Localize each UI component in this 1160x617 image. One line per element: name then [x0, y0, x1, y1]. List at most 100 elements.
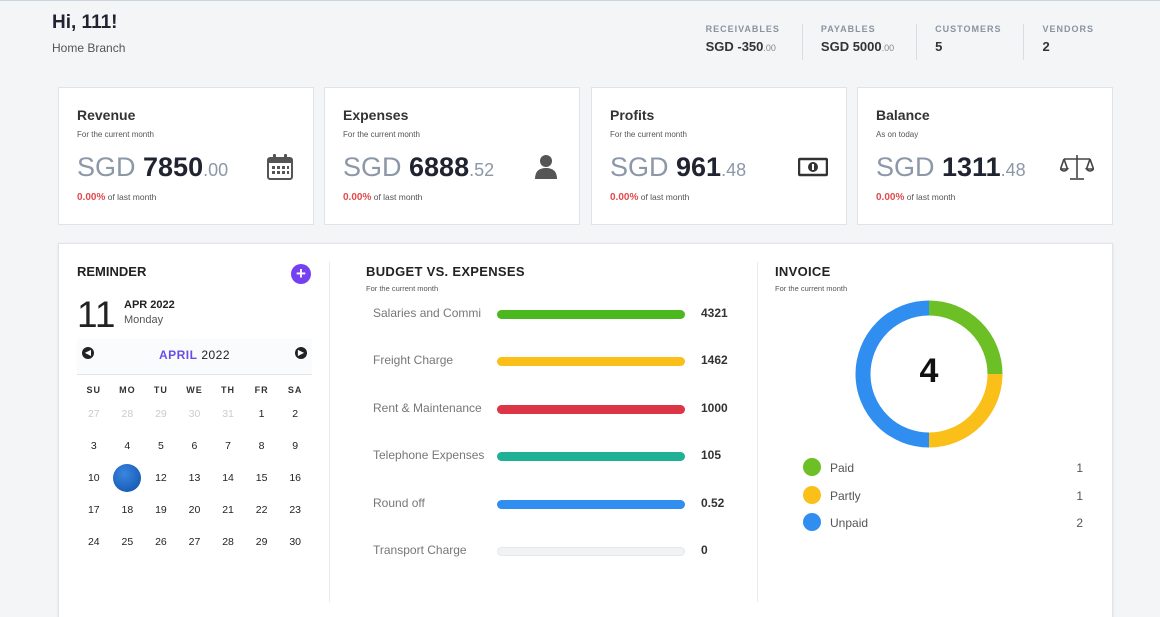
calendar-day[interactable]: 4 [111, 430, 145, 462]
budget-title: BUDGET VS. EXPENSES [366, 264, 525, 279]
card-title: Balance [876, 107, 930, 123]
stat-label: VENDORS [1042, 24, 1094, 34]
budget-item-value: 4321 [701, 306, 728, 320]
calendar-day[interactable]: 19 [144, 494, 178, 526]
legend-swatch [803, 513, 821, 531]
card-amount: SGD 6888.52 [343, 152, 495, 182]
calendar-day[interactable]: 3 [77, 430, 111, 462]
calendar-day[interactable]: 30 [278, 526, 312, 558]
calendar-day[interactable]: 30 [178, 398, 212, 430]
stat-receivables[interactable]: RECEIVABLES SGD -350.00 [688, 24, 802, 60]
budget-item-name: Rent & Maintenance [373, 400, 482, 415]
budget-bar [497, 452, 685, 462]
budget-item-value: 0 [701, 543, 708, 557]
calendar-week-row: 3456789 [77, 430, 312, 462]
budget-row: Salaries and Commi 4321 [373, 303, 743, 323]
card-subtitle: For the current month [77, 130, 154, 139]
calendar-day[interactable]: 25 [111, 526, 145, 558]
budget-row: Rent & Maintenance 1000 [373, 398, 743, 418]
calendar-day[interactable]: 22 [245, 494, 279, 526]
card-subtitle: As on today [876, 130, 919, 139]
legend-count: 1 [1076, 488, 1083, 503]
calendar-day[interactable]: 1 [245, 398, 279, 430]
calendar-day[interactable]: 18 [111, 494, 145, 526]
calendar-day[interactable]: 9 [278, 430, 312, 462]
calendar-day[interactable]: 29 [144, 398, 178, 430]
calendar-day[interactable]: 28 [111, 398, 145, 430]
calendar-day[interactable]: 20 [178, 494, 212, 526]
weekday-label: SU [86, 385, 102, 395]
card-amount: SGD 7850.00 [77, 152, 229, 182]
card-subtitle: For the current month [610, 130, 687, 139]
money-icon [798, 157, 828, 177]
calendar-day[interactable]: 29 [245, 526, 279, 558]
calendar-day[interactable]: 14 [211, 462, 245, 494]
current-day: 11 [77, 294, 116, 335]
legend-item[interactable]: Partly 1 [803, 485, 1083, 505]
stat-vendors[interactable]: VENDORS 2 [1023, 24, 1116, 60]
calendar-day[interactable]: 10 [77, 462, 111, 494]
weekday-label: MO [119, 385, 136, 395]
calendar-day[interactable]: 6 [178, 430, 212, 462]
calendar-icon [267, 154, 293, 180]
dashboard-panel: REMINDER + 11 APR 2022 Monday ◀ APRIL 20… [58, 243, 1113, 617]
plus-circle-icon[interactable]: + [291, 264, 311, 284]
budget-item-name: Transport Charge [373, 543, 467, 557]
budget-item-value: 1000 [701, 400, 728, 415]
weekday-label: SA [287, 385, 303, 395]
calendar-day[interactable]: 27 [77, 398, 111, 430]
budget-row: Telephone Expenses 105 [373, 445, 743, 465]
legend-item[interactable]: Unpaid 2 [803, 512, 1083, 532]
calendar-day[interactable]: 15 [245, 462, 279, 494]
budget-row: Transport Charge 0 [373, 540, 743, 560]
calendar-day[interactable]: 24 [77, 526, 111, 558]
calendar-day[interactable]: 31 [211, 398, 245, 430]
calendar-day[interactable]: 2 [278, 398, 312, 430]
calendar-day[interactable] [111, 462, 145, 494]
divider [757, 262, 758, 602]
current-weekday: Monday [124, 314, 164, 326]
budget-track [497, 547, 685, 556]
balance-card[interactable]: Balance As on today SGD 1311.48 0.00% of… [857, 87, 1113, 225]
calendar-day[interactable]: 5 [144, 430, 178, 462]
stat-customers[interactable]: CUSTOMERS 5 [916, 24, 1023, 60]
calendar-week-row: 10 12 13 14 15 16 [77, 462, 312, 494]
weekday-label: TU [153, 385, 168, 395]
budget-row: Round off 0.52 [373, 493, 743, 513]
calendar-day[interactable]: 26 [144, 526, 178, 558]
stat-label: CUSTOMERS [935, 24, 1002, 34]
budget-bar [497, 499, 685, 509]
expenses-card[interactable]: Expenses For the current month SGD 6888.… [324, 87, 580, 225]
revenue-card[interactable]: Revenue For the current month SGD 7850.0… [58, 87, 314, 225]
greeting-block: Hi, 111! Home Branch [52, 12, 125, 55]
card-amount: SGD 961.48 [610, 152, 747, 182]
selected-day-marker [113, 464, 142, 492]
calendar-day[interactable]: 17 [77, 494, 111, 526]
calendar-day[interactable]: 13 [178, 462, 212, 494]
stat-label: RECEIVABLES [705, 24, 780, 34]
calendar-nav: ◀ APRIL 2022 ▶ [77, 339, 312, 375]
calendar-week-row: 27 28 29 30 31 1 2 [77, 398, 312, 430]
calendar-day[interactable]: 8 [245, 430, 279, 462]
calendar-day[interactable]: 27 [178, 526, 212, 558]
chevron-right-icon[interactable]: ▶ [295, 347, 307, 359]
calendar-day[interactable]: 21 [211, 494, 245, 526]
calendar-grid: SU MO TU WE TH FR SA 27 28 29 30 31 1 2 3 4 5 6 7 8 9 10 12 13 1… [77, 382, 312, 558]
stat-payables[interactable]: PAYABLES SGD 5000.00 [801, 24, 916, 60]
calendar-day[interactable]: 28 [211, 526, 245, 558]
calendar-day[interactable]: 7 [211, 430, 245, 462]
calendar-day[interactable]: 16 [278, 462, 312, 494]
calendar-day[interactable]: 12 [144, 462, 178, 494]
budget-bar [497, 357, 685, 367]
profits-card[interactable]: Profits For the current month SGD 961.48… [591, 87, 847, 225]
stat-value: 2 [1042, 39, 1050, 54]
calendar-week-row: 17 18 19 20 21 22 23 [77, 494, 312, 526]
card-change: 0.00% of last month [610, 192, 690, 203]
stat-value: SGD 5000.00 [820, 39, 895, 54]
invoice-subtitle: For the current month [775, 284, 848, 293]
calendar-day[interactable]: 23 [278, 494, 312, 526]
stat-value: SGD -350.00 [705, 39, 776, 54]
legend-item[interactable]: Paid 1 [803, 457, 1083, 477]
budget-item-value: 105 [701, 448, 722, 463]
branch-name: Home Branch [52, 41, 126, 55]
